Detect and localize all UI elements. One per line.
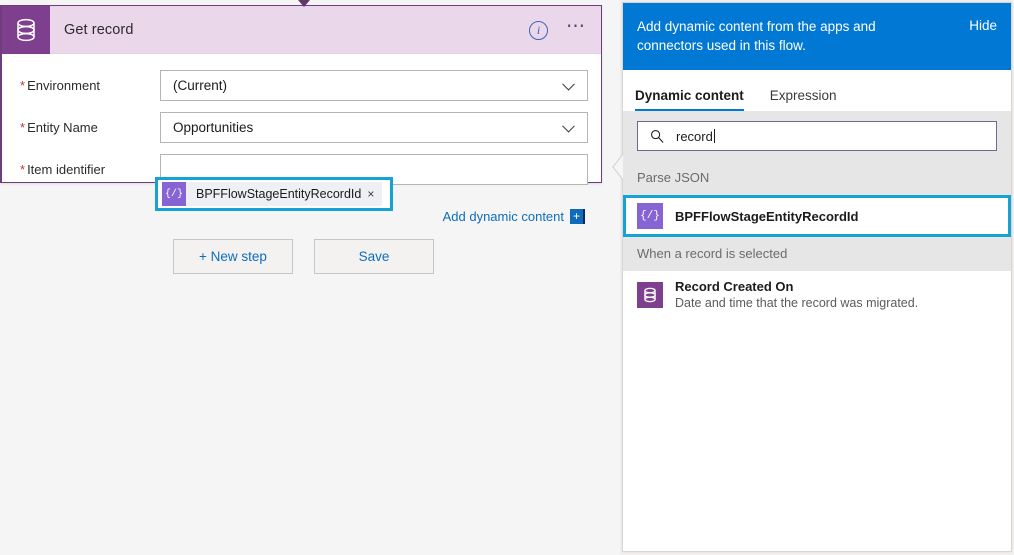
add-dynamic-content-icon[interactable]: + (570, 209, 585, 224)
dynamic-content-panel-header: Add dynamic content from the apps and co… (623, 3, 1011, 70)
item-identifier-label-text: Item identifier (27, 162, 105, 177)
dynamic-content-panel-tabs: Dynamic content Expression (623, 70, 1011, 112)
list-item-title: Record Created On (675, 279, 918, 294)
flow-designer-screen: Get record i ⋯ * Environment (Current) (0, 0, 1014, 555)
action-card-header[interactable]: Get record i ⋯ (2, 6, 601, 54)
hide-panel-button[interactable]: Hide (969, 17, 997, 33)
list-item-subtitle: Date and time that the record was migrat… (675, 296, 918, 310)
text-caret (714, 129, 715, 143)
save-button[interactable]: Save (314, 239, 434, 274)
remove-token-icon[interactable]: × (367, 187, 382, 201)
action-card-body: * Environment (Current) * Entity Name (2, 54, 601, 187)
dynamic-content-search-band: record (623, 112, 1011, 161)
list-item[interactable]: Record Created On Date and time that the… (623, 271, 1011, 318)
tab-expression[interactable]: Expression (770, 88, 837, 111)
collapse-panel-chevron-icon[interactable] (612, 152, 624, 182)
canvas-button-row: + New step Save (173, 239, 434, 274)
add-dynamic-content-link[interactable]: Add dynamic content (443, 209, 564, 224)
search-input[interactable]: record (637, 121, 997, 151)
tab-dynamic-content[interactable]: Dynamic content (635, 88, 744, 111)
entity-name-label-text: Entity Name (27, 120, 98, 135)
search-icon (650, 129, 664, 143)
group-header-when-a-record-is-selected: When a record is selected (623, 237, 1011, 271)
entity-name-label: * Entity Name (20, 120, 160, 135)
list-item-text: Record Created On Date and time that the… (675, 279, 918, 310)
required-marker: * (20, 162, 25, 177)
form-row-entity-name: * Entity Name Opportunities (2, 110, 601, 145)
list-item-title: BPFFlowStageEntityRecordId (675, 209, 858, 224)
database-icon (637, 282, 663, 308)
form-row-environment: * Environment (Current) (2, 68, 601, 103)
search-input-value: record (676, 129, 713, 144)
environment-dropdown[interactable]: (Current) (160, 70, 588, 101)
environment-label-text: Environment (27, 78, 100, 93)
info-icon[interactable]: i (529, 21, 548, 40)
dynamic-content-token-label: BPFFlowStageEntityRecordId (186, 187, 367, 201)
group-header-parse-json: Parse JSON (623, 161, 1011, 195)
list-item-text: BPFFlowStageEntityRecordId (675, 209, 858, 224)
list-item[interactable]: {/} BPFFlowStageEntityRecordId (623, 195, 1011, 237)
expression-token-icon: {/} (637, 203, 663, 229)
dynamic-content-panel-description: Add dynamic content from the apps and co… (637, 17, 912, 55)
required-marker: * (20, 78, 25, 93)
new-step-button[interactable]: + New step (173, 239, 293, 274)
expression-token-icon: {/} (162, 182, 186, 206)
flow-canvas: Get record i ⋯ * Environment (Current) (0, 0, 620, 555)
dynamic-content-panel: Add dynamic content from the apps and co… (622, 2, 1012, 552)
action-card-title: Get record (64, 22, 134, 38)
database-icon (2, 6, 50, 54)
required-marker: * (20, 120, 25, 135)
entity-name-value: Opportunities (161, 120, 253, 135)
item-identifier-focus-ring[interactable]: {/} BPFFlowStageEntityRecordId × (155, 177, 393, 211)
dynamic-content-list: Parse JSON {/} BPFFlowStageEntityRecordI… (623, 161, 1011, 551)
item-identifier-label: * Item identifier (20, 162, 160, 177)
environment-label: * Environment (20, 78, 160, 93)
add-dynamic-content-row: Add dynamic content + (443, 209, 585, 224)
chevron-down-icon[interactable] (562, 77, 575, 90)
environment-value: (Current) (161, 78, 227, 93)
flow-connector-arrow-icon (298, 0, 310, 7)
ellipsis-icon[interactable]: ⋯ (566, 22, 587, 39)
action-card-header-actions: i ⋯ (529, 6, 587, 54)
get-record-action-card[interactable]: Get record i ⋯ * Environment (Current) (0, 5, 602, 183)
chevron-down-icon[interactable] (562, 119, 575, 132)
dynamic-content-token[interactable]: {/} BPFFlowStageEntityRecordId × (162, 182, 382, 206)
entity-name-dropdown[interactable]: Opportunities (160, 112, 588, 143)
